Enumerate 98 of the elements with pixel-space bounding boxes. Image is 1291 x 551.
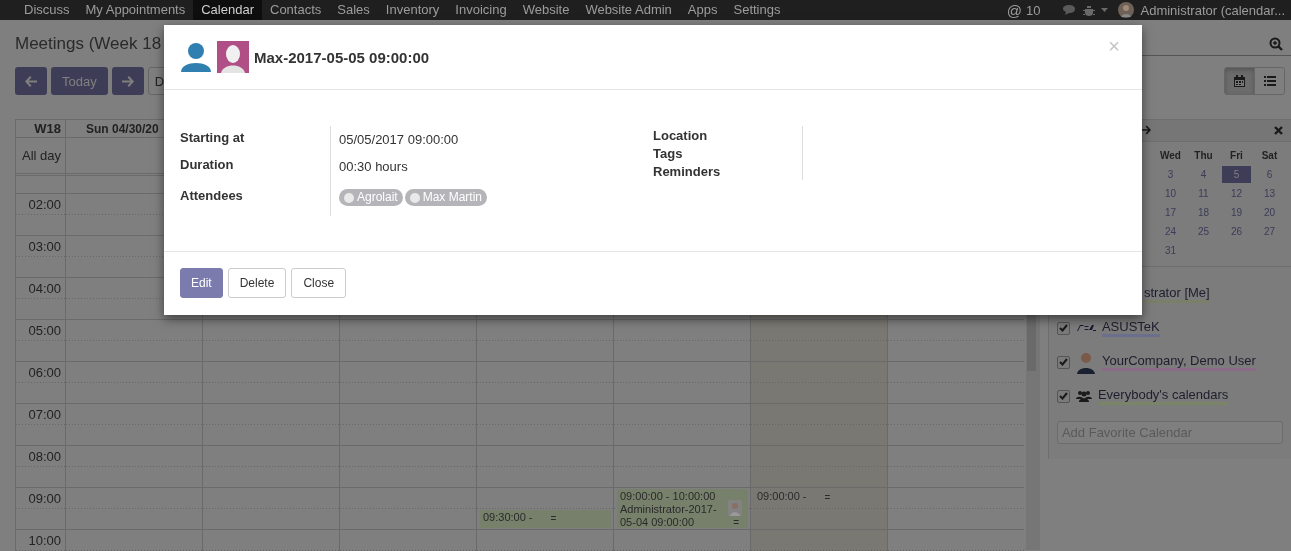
menu-item[interactable]: Calendar — [193, 0, 262, 20]
calendar-filter-label[interactable]: YourCompany, Demo User — [1101, 353, 1256, 371]
dialog-button[interactable]: Edit — [180, 268, 223, 298]
calendar-day[interactable]: 24 — [1155, 223, 1185, 240]
menu-item[interactable]: Apps — [679, 0, 726, 20]
calendar-day[interactable]: 10 — [1155, 185, 1185, 202]
time-label: 10:00 — [15, 530, 65, 551]
field-label: Tags — [653, 145, 684, 163]
menu-item[interactable]: Website — [514, 0, 578, 20]
time-label: 08:00 — [15, 446, 65, 488]
time-label: 07:00 — [15, 404, 65, 446]
list-view-button[interactable] — [1254, 67, 1285, 95]
calendar-day[interactable]: 17 — [1155, 204, 1185, 221]
calendar-event[interactable]: 09:00:00 - = — [754, 489, 885, 507]
time-label: 06:00 — [15, 362, 65, 404]
menu-item[interactable]: Discuss — [16, 0, 78, 20]
weekday-label: Sat — [1260, 149, 1279, 163]
calendar-view-button[interactable] — [1224, 67, 1255, 95]
calendar-icon — [1234, 75, 1245, 87]
arrow-right-icon[interactable] — [1140, 125, 1151, 135]
arrow-left-icon — [25, 75, 37, 87]
menu-item[interactable]: Contacts — [262, 0, 330, 20]
calendar-day[interactable]: 27 — [1254, 223, 1284, 240]
calendar-day[interactable]: 19 — [1221, 204, 1251, 221]
dialog-button[interactable]: Delete — [227, 268, 287, 298]
time-label: 09:00 — [15, 488, 65, 530]
time-slot[interactable]: 09:30:00 - = — [476, 488, 613, 530]
resize-handle[interactable]: = — [824, 493, 831, 503]
weekday-label: Fri — [1229, 149, 1244, 163]
menu-item[interactable]: Invoicing — [447, 0, 515, 20]
menu-item[interactable]: Sales — [329, 0, 378, 20]
menu-item[interactable]: Inventory — [377, 0, 448, 20]
calendar-day[interactable]: 25 — [1188, 223, 1218, 240]
event-title: Administrator-2017-05-04 09:00:00 — [620, 503, 718, 529]
time-slot[interactable]: 09:00:00 - = — [750, 488, 887, 530]
user-icon — [180, 42, 212, 72]
field-label: Attendees — [180, 187, 244, 205]
calendar-day[interactable]: 4 — [1188, 166, 1218, 183]
time-label: 05:00 — [15, 320, 65, 362]
event-time: 09:00:00 - — [757, 490, 807, 503]
checkbox[interactable] — [1056, 355, 1070, 369]
field-value: 05/05/2017 09:00:00 — [339, 131, 460, 149]
time-label: 03:00 — [15, 236, 65, 278]
list-icon — [1263, 76, 1276, 86]
week-number: W18 — [15, 120, 65, 138]
caret-icon[interactable] — [1101, 8, 1109, 12]
calendar-day[interactable]: 3 — [1155, 166, 1185, 183]
field-label: Reminders — [653, 163, 722, 181]
logo-icon — [1075, 325, 1096, 331]
next-button[interactable] — [111, 67, 144, 95]
weekday-label: Wed — [1159, 149, 1182, 163]
weekday-label: Thu — [1193, 149, 1214, 163]
arrow-right-icon — [121, 75, 134, 87]
time-label: 04:00 — [15, 278, 65, 320]
close-icon[interactable] — [1274, 126, 1283, 135]
resize-handle[interactable]: = — [733, 518, 739, 528]
group-icon — [1075, 390, 1092, 402]
event-time: 09:00:00 - 10:00:00 — [620, 490, 716, 503]
dialog-title: Max-2017-05-05 09:00:00 — [254, 48, 430, 66]
mention-icon[interactable]: @ — [1006, 1, 1022, 19]
time-label: 02:00 — [15, 194, 65, 236]
person-avatar-icon — [1075, 350, 1096, 374]
menu-item[interactable]: Settings — [725, 0, 789, 20]
previous-button[interactable] — [15, 67, 47, 95]
avatar-icon[interactable] — [1118, 2, 1135, 18]
dialog-button[interactable]: Close — [291, 268, 347, 298]
calendar-event[interactable]: 09:30:00 - = — [480, 510, 611, 528]
field-value: 00:30 hours — [339, 158, 409, 176]
calendar-day[interactable]: 18 — [1188, 204, 1218, 221]
calendar-day[interactable]: 13 — [1254, 185, 1284, 202]
checkbox[interactable] — [1056, 321, 1070, 335]
calendar-day[interactable]: 12 — [1221, 185, 1251, 202]
menu-item[interactable]: My Appointments — [77, 0, 194, 20]
calendar-filter-label[interactable]: Everybody's calendars — [1097, 387, 1229, 405]
field-label: Duration — [180, 156, 235, 174]
attendee-tag[interactable]: Max Martin — [404, 189, 488, 206]
resize-handle[interactable]: = — [550, 514, 557, 524]
event-time: 09:30:00 - — [483, 511, 533, 524]
page-title: Meetings (Week 18 — [15, 34, 162, 54]
search-icon[interactable] — [1269, 36, 1283, 51]
close-button[interactable]: × — [1102, 35, 1126, 58]
avatar-icon — [217, 41, 249, 73]
calendar-day[interactable]: 20 — [1254, 204, 1284, 221]
chat-icon[interactable] — [1062, 4, 1078, 16]
menu-item[interactable]: Website Admin — [577, 0, 680, 20]
calendar-day[interactable]: 31 — [1155, 242, 1185, 259]
calendar-filter-label[interactable]: ASUSTeK — [1101, 319, 1160, 337]
today-button[interactable]: Today — [51, 67, 108, 95]
all-day-label: All day — [15, 138, 65, 176]
user-menu[interactable]: Administrator (calendar... — [1140, 2, 1285, 18]
field-label: Location — [653, 127, 709, 145]
calendar-day[interactable]: 11 — [1188, 185, 1218, 202]
mention-count: 10 — [1026, 2, 1041, 18]
checkbox[interactable] — [1056, 389, 1070, 403]
attendee-tag[interactable]: Agrolait — [339, 189, 403, 206]
bug-icon[interactable] — [1083, 3, 1096, 17]
calendar-day[interactable]: 5 — [1221, 166, 1251, 183]
calendar-day[interactable]: 26 — [1221, 223, 1251, 240]
